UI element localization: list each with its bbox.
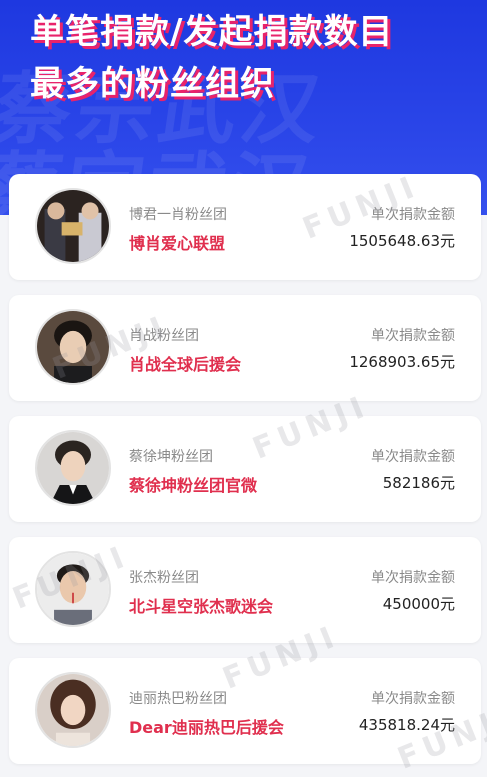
page-title-line1: 单笔捐款/发起捐款数目 — [30, 12, 394, 52]
avatar — [35, 430, 111, 506]
donation-amount: 582186元 — [382, 474, 455, 492]
avatar — [35, 672, 111, 748]
avatar — [35, 188, 111, 264]
fan-group-name: 张杰粉丝团 — [129, 570, 199, 586]
page-title: 单笔捐款/发起捐款数目 最多的粉丝组织 — [30, 6, 393, 110]
fan-group-name: 博君一肖粉丝团 — [129, 207, 227, 223]
donation-amount: 1505648.63元 — [349, 232, 455, 250]
fan-group-name: 蔡徐坤粉丝团 — [129, 449, 213, 465]
organization-name: 博肖爱心联盟 — [129, 234, 226, 253]
organization-name: 蔡徐坤粉丝团官微 — [129, 476, 258, 495]
amount-label: 单次捐款金额 — [371, 570, 455, 586]
donation-card[interactable]: 肖战粉丝团 肖战全球后援会 单次捐款金额 1268903.65元 — [9, 295, 481, 401]
amount-label: 单次捐款金额 — [371, 328, 455, 344]
donation-card[interactable]: 蔡徐坤粉丝团 蔡徐坤粉丝团官微 单次捐款金额 582186元 — [9, 416, 481, 522]
amount-label: 单次捐款金额 — [371, 449, 455, 465]
donation-amount: 435818.24元 — [358, 716, 455, 734]
donation-card[interactable]: 张杰粉丝团 北斗星空张杰歌迷会 单次捐款金额 450000元 — [9, 537, 481, 643]
organization-name: Dear迪丽热巴后援会 — [129, 718, 284, 737]
donation-amount: 1268903.65元 — [349, 353, 455, 371]
fan-group-name: 迪丽热巴粉丝团 — [129, 691, 227, 707]
donation-card[interactable]: 博君一肖粉丝团 博肖爱心联盟 单次捐款金额 1505648.63元 — [9, 174, 481, 280]
amount-label: 单次捐款金额 — [371, 207, 455, 223]
donation-amount: 450000元 — [382, 595, 455, 613]
fan-group-name: 肖战粉丝团 — [129, 328, 199, 344]
amount-label: 单次捐款金额 — [371, 691, 455, 707]
avatar — [35, 551, 111, 627]
donation-card[interactable]: 迪丽热巴粉丝团 Dear迪丽热巴后援会 单次捐款金额 435818.24元 — [9, 658, 481, 764]
page-title-line2: 最多的粉丝组织 — [30, 64, 275, 104]
avatar — [35, 309, 111, 385]
organization-name: 北斗星空张杰歌迷会 — [129, 597, 274, 616]
organization-name: 肖战全球后援会 — [129, 355, 242, 374]
